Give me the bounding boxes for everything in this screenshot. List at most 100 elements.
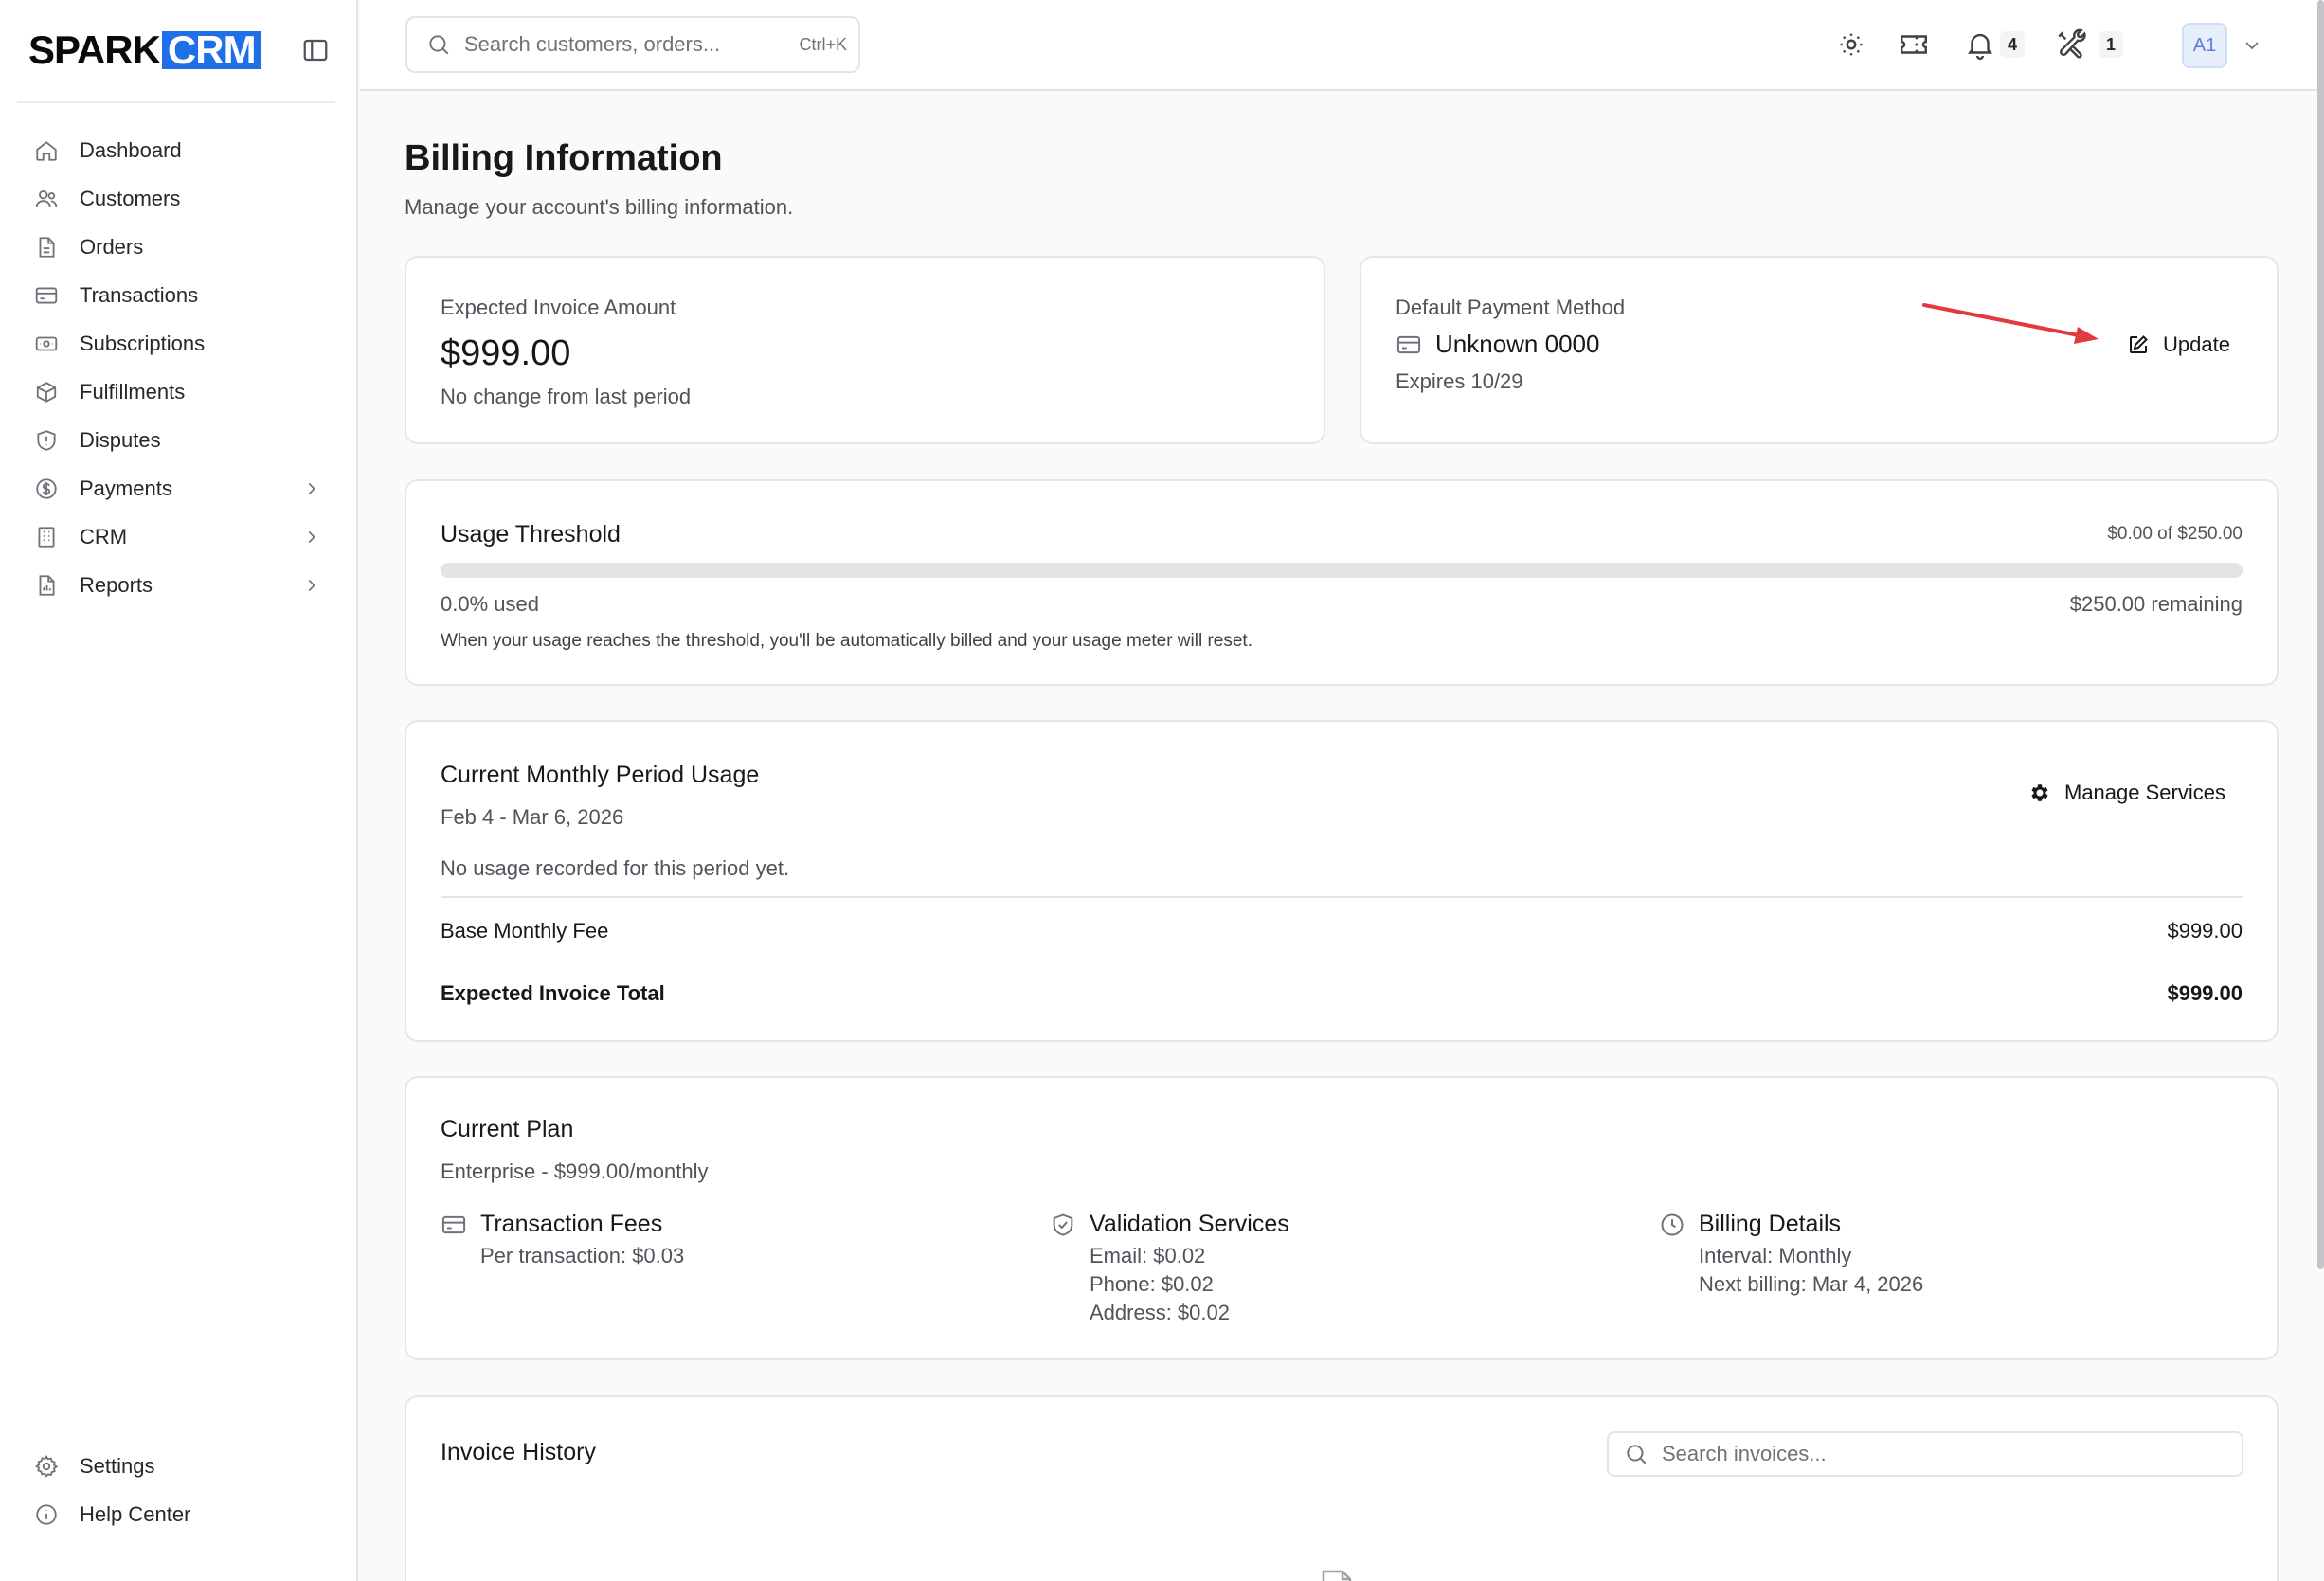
invoice-history-card: Invoice History xyxy=(405,1395,2279,1581)
brand-logo[interactable]: SPARK CRM xyxy=(28,27,261,72)
chevron-right-icon xyxy=(301,478,322,499)
usage-threshold-title: Usage Threshold xyxy=(441,521,621,548)
usage-threshold-summary: $0.00 of $250.00 xyxy=(2107,524,2243,544)
sidebar-item-label: Settings xyxy=(80,1453,155,1478)
manage-services-button[interactable]: Manage Services xyxy=(2028,781,2225,805)
chevron-right-icon xyxy=(301,575,322,596)
sidebar-item-help-center[interactable]: Help Center xyxy=(17,1490,335,1538)
shield-alert-icon xyxy=(34,428,59,453)
theme-toggle-sun-icon[interactable] xyxy=(1835,28,1867,61)
page-subtitle: Manage your account's billing informatio… xyxy=(405,195,794,219)
current-plan-card: Current Plan Enterprise - $999.00/monthl… xyxy=(405,1076,2279,1360)
invoice-amount-card: Expected Invoice Amount $999.00 No chang… xyxy=(405,256,1325,444)
monthly-usage-period: Feb 4 - Mar 6, 2026 xyxy=(441,805,624,829)
file-chart-icon xyxy=(34,573,59,598)
annotation-arrow xyxy=(1922,303,2099,344)
plan-feature-line: Phone: $0.02 xyxy=(1090,1272,1214,1296)
users-icon xyxy=(34,187,59,211)
page-scrollbar[interactable] xyxy=(2317,0,2324,1269)
update-button-label: Update xyxy=(2163,332,2230,356)
bell-icon[interactable] xyxy=(1964,28,1996,61)
invoice-search-input[interactable] xyxy=(1662,1442,2226,1466)
payment-card-row: Unknown 0000 xyxy=(1396,330,1599,359)
base-fee-label: Base Monthly Fee xyxy=(441,919,609,943)
plan-feature-title: Validation Services xyxy=(1090,1211,1289,1237)
brand-logo-part2: CRM xyxy=(161,30,261,70)
monthly-usage-card: Current Monthly Period Usage Feb 4 - Mar… xyxy=(405,720,2279,1042)
sidebar-item-disputes[interactable]: Disputes xyxy=(17,416,335,464)
credit-card-icon xyxy=(1396,332,1422,358)
gear-icon xyxy=(2028,782,2051,804)
notifications-count-badge: 4 xyxy=(2000,31,2025,58)
update-payment-button[interactable]: Update xyxy=(2127,332,2230,357)
sidebar-item-label: Disputes xyxy=(80,427,161,452)
invoice-search[interactable] xyxy=(1607,1431,2243,1477)
sidebar-item-transactions[interactable]: Transactions xyxy=(17,271,335,319)
user-avatar[interactable]: A1 xyxy=(2182,23,2227,68)
sidebar: SPARK CRM Dashboard Customers Orders Tra… xyxy=(0,0,358,1581)
topbar: Ctrl+K 4 1 A1 xyxy=(360,0,2324,91)
payment-card-expiry: Expires 10/29 xyxy=(1396,369,1523,393)
invoice-history-title: Invoice History xyxy=(441,1439,596,1465)
sidebar-item-fulfillments[interactable]: Fulfillments xyxy=(17,368,335,416)
sidebar-item-label: Orders xyxy=(80,234,144,259)
invoice-total-value: $999.00 xyxy=(2167,981,2243,1005)
plan-feature-line: Email: $0.02 xyxy=(1090,1244,1206,1267)
sidebar-item-subscriptions[interactable]: Subscriptions xyxy=(17,319,335,368)
empty-state-file-icon xyxy=(1314,1566,1360,1581)
plan-feature-line: Per transaction: $0.03 xyxy=(480,1244,685,1267)
plan-feature-validation-services: Validation Services Email: $0.02 Phone: … xyxy=(1050,1211,1289,1327)
global-search-input[interactable] xyxy=(464,32,800,57)
sidebar-item-label: Fulfillments xyxy=(80,379,186,404)
global-search[interactable]: Ctrl+K xyxy=(405,16,860,73)
sidebar-item-label: Help Center xyxy=(80,1501,191,1526)
invoice-amount-value: $999.00 xyxy=(441,333,571,373)
sidebar-item-payments[interactable]: Payments xyxy=(17,464,335,512)
ticket-icon[interactable] xyxy=(1898,28,1930,61)
base-fee-value: $999.00 xyxy=(2167,919,2243,943)
edit-icon xyxy=(2127,333,2150,356)
sidebar-item-customers[interactable]: Customers xyxy=(17,174,335,223)
plan-feature-line: Address: $0.02 xyxy=(1090,1301,1230,1324)
sidebar-item-label: Dashboard xyxy=(80,137,182,162)
usage-threshold-note: When your usage reaches the threshold, y… xyxy=(441,631,1252,651)
sidebar-bottom-nav: Settings Help Center xyxy=(17,1442,335,1538)
sidebar-divider xyxy=(17,101,335,103)
gear-icon xyxy=(34,1454,59,1479)
payment-card-name: Unknown 0000 xyxy=(1435,330,1600,358)
sidebar-item-crm[interactable]: CRM xyxy=(17,512,335,561)
monthly-usage-title: Current Monthly Period Usage xyxy=(441,762,760,788)
invoice-amount-note: No change from last period xyxy=(441,385,692,408)
current-plan-subtitle: Enterprise - $999.00/monthly xyxy=(441,1159,709,1183)
tools-count-badge: 1 xyxy=(2099,31,2123,58)
search-shortcut: Ctrl+K xyxy=(799,34,847,54)
credit-card-icon xyxy=(441,1212,467,1238)
monthly-usage-empty-note: No usage recorded for this period yet. xyxy=(441,856,790,880)
usage-progress-bar xyxy=(441,563,2243,578)
sidebar-item-label: CRM xyxy=(80,524,128,548)
dollar-circle-icon xyxy=(34,476,59,501)
usage-remaining-label: $250.00 remaining xyxy=(2069,592,2243,616)
tools-icon[interactable] xyxy=(2055,28,2087,61)
monthly-usage-divider xyxy=(441,896,2243,898)
credit-card-icon xyxy=(34,283,59,308)
sidebar-item-reports[interactable]: Reports xyxy=(17,561,335,609)
sidebar-item-label: Customers xyxy=(80,186,181,210)
plan-feature-line: Next billing: Mar 4, 2026 xyxy=(1699,1272,1924,1296)
shield-check-icon xyxy=(1050,1212,1076,1238)
sidebar-toggle-icon[interactable] xyxy=(301,36,330,64)
invoice-total-label: Expected Invoice Total xyxy=(441,981,665,1005)
clock-icon xyxy=(1659,1212,1685,1238)
page-title: Billing Information xyxy=(405,138,723,178)
sidebar-item-settings[interactable]: Settings xyxy=(17,1442,335,1490)
chevron-down-icon[interactable] xyxy=(2241,34,2263,57)
plan-feature-billing-details: Billing Details Interval: Monthly Next b… xyxy=(1659,1211,1923,1299)
plan-feature-line: Interval: Monthly xyxy=(1699,1244,1852,1267)
search-icon xyxy=(426,32,451,57)
sidebar-item-orders[interactable]: Orders xyxy=(17,223,335,271)
sidebar-item-dashboard[interactable]: Dashboard xyxy=(17,126,335,174)
sidebar-item-label: Reports xyxy=(80,572,153,597)
package-icon xyxy=(34,380,59,404)
manage-services-label: Manage Services xyxy=(2064,781,2225,804)
building-icon xyxy=(34,525,59,549)
